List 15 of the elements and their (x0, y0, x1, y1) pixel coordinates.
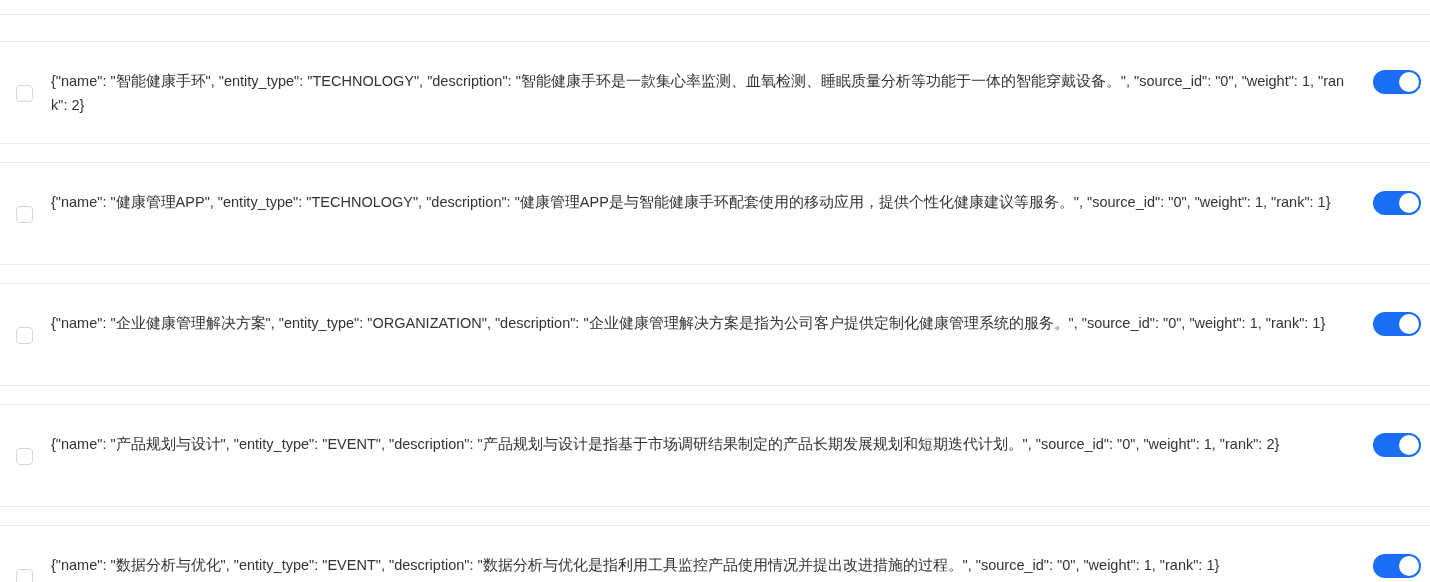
toggle-switch[interactable] (1373, 70, 1421, 94)
entity-json-text: {"name": "数据分析与优化", "entity_type": "EVENT", "description": "数据分析与优化是指利用工具监控产品使用情况并提出改进措施的过程。", "source_id": "0", "weight": 1, "rank": 1} (51, 556, 1221, 575)
toggle-switch[interactable] (1373, 433, 1421, 457)
entity-json-text: {"name": "企业健康管理解决方案", "entity_type": "ORGANIZATION", "description": "企业健康管理解决方案是指为公司客户提供定制化健康管理系统的服务。", "source_id": "0", "weight": 1, "rank": 1} (51, 314, 1327, 333)
entity-json-text: {"name": "智能健康手环", "entity_type": "TECHNOLOGY", "description": "智能健康手环是一款集心率监测、血氧检测、睡眠质量分析等功能于一体的智能穿戴设备。", "source_id": "0", "weight": 1, "rank": 2} (51, 72, 1346, 115)
checkbox[interactable] (16, 569, 33, 582)
checkbox[interactable] (16, 206, 33, 223)
toggle-switch[interactable] (1373, 312, 1421, 336)
entity-json-text: {"name": "健康管理APP", "entity_type": "TECHNOLOGY", "description": "健康管理APP是与智能健康手环配套使用的移动应用，提供个性化健康建议等服务。", "source_id": "0", "weight": 1, "rank": 1} (51, 193, 1332, 212)
toggle-switch[interactable] (1373, 554, 1421, 578)
toggle-switch[interactable] (1373, 191, 1421, 215)
checkbox[interactable] (16, 448, 33, 465)
entity-json-text: {"name": "产品规划与设计", "entity_type": "EVENT", "description": "产品规划与设计是指基于市场调研结果制定的产品长期发展规划和短期迭代计划。", "source_id": "0", "weight": 1, "rank": 2} (51, 435, 1281, 454)
checkbox[interactable] (16, 85, 33, 102)
checkbox[interactable] (16, 327, 33, 344)
